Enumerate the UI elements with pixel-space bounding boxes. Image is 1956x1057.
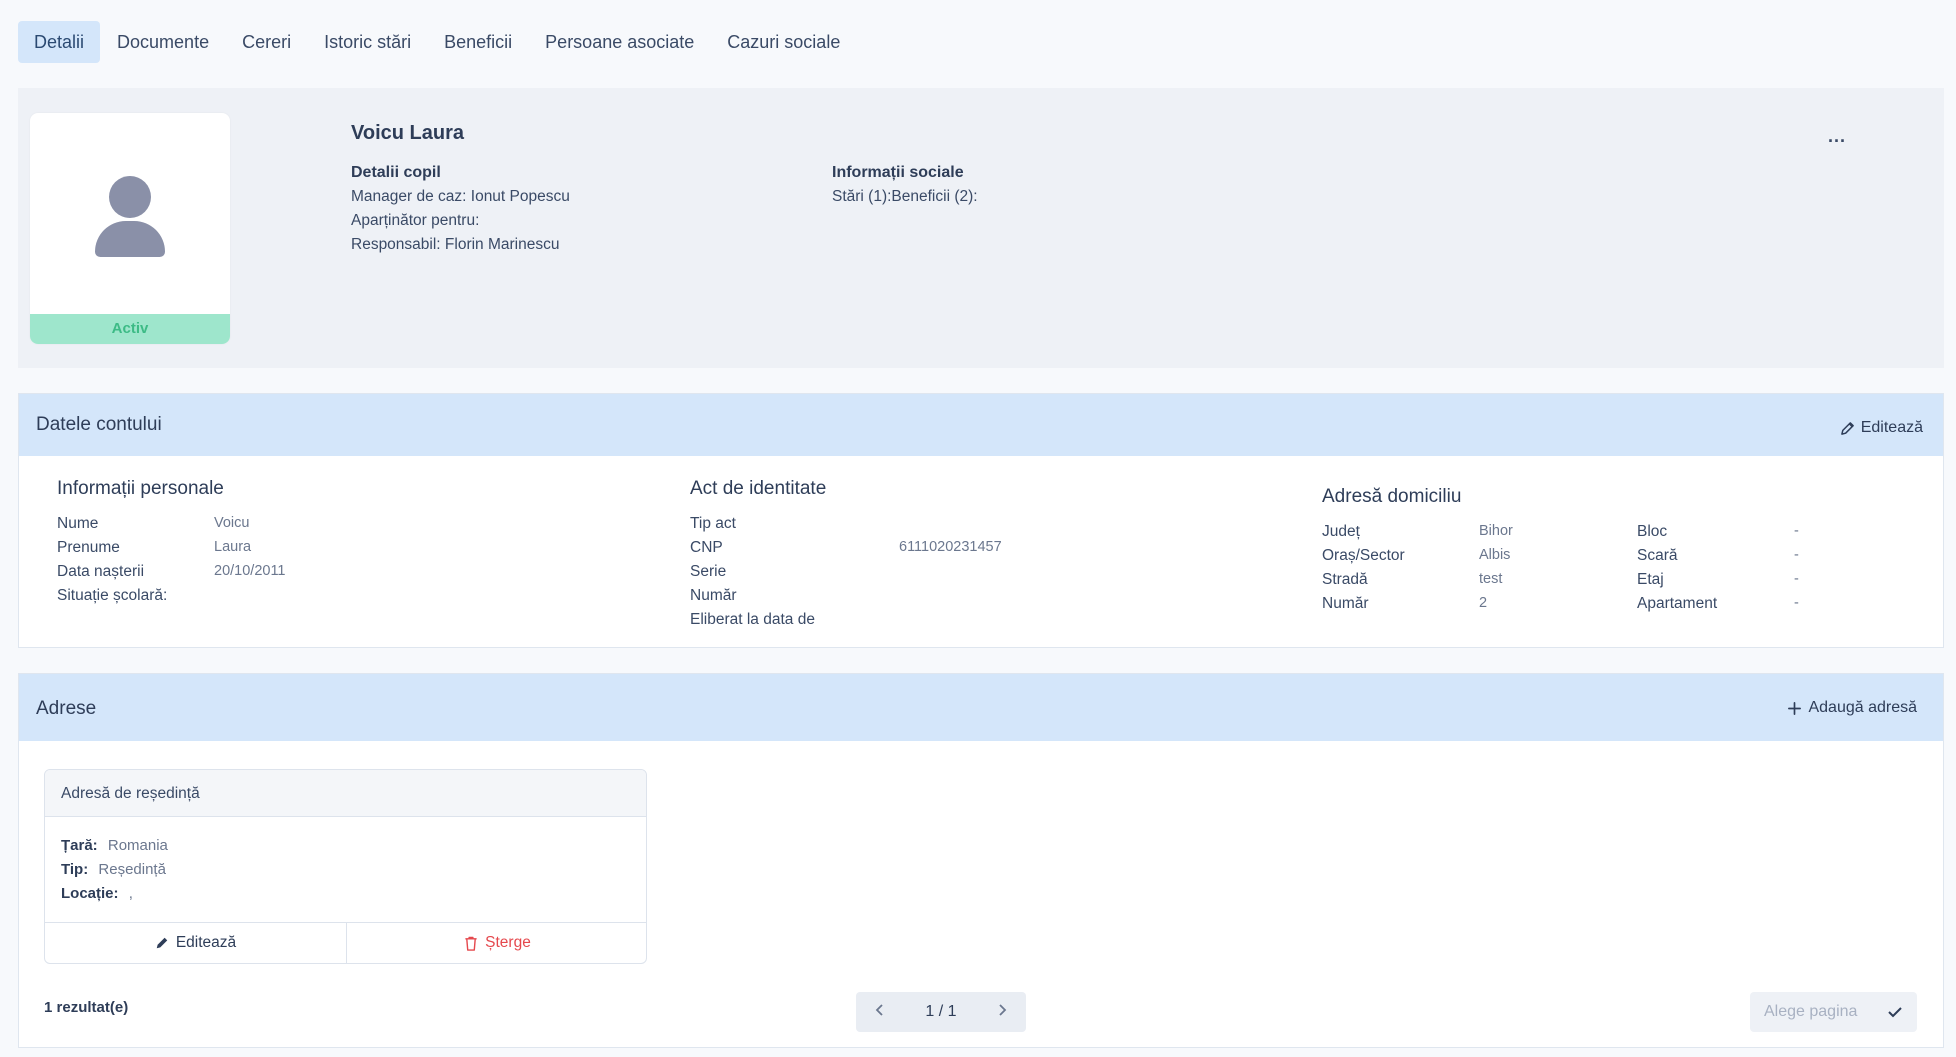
- address-edit-button[interactable]: Editează: [45, 923, 347, 963]
- domicile-value: -: [1794, 571, 1799, 587]
- personal-value: 20/10/2011: [214, 563, 286, 579]
- social-info-title: Informații sociale: [832, 164, 964, 181]
- tab-documente[interactable]: Documente: [101, 21, 225, 63]
- domicile-value: -: [1794, 547, 1799, 563]
- addresses-card-title: Adrese: [36, 698, 97, 719]
- identity-label: Serie: [690, 563, 727, 580]
- account-card-header: Datele contului Editează: [19, 394, 1943, 456]
- address-item-actions: Editează Șterge: [45, 922, 646, 963]
- address-type-value: Reședință: [98, 861, 166, 878]
- responsible: Responsabil: Florin Marinescu: [351, 236, 560, 253]
- chevron-left-icon: [875, 1003, 883, 1016]
- avatar-body-icon: [95, 221, 165, 257]
- personal-label: Prenume: [57, 539, 120, 556]
- domicile-label: Oraș/Sector: [1322, 547, 1405, 564]
- tab-beneficii[interactable]: Beneficii: [428, 21, 528, 63]
- personal-label: Nume: [57, 515, 99, 532]
- avatar-head-icon: [109, 176, 151, 218]
- person-name: Voicu Laura: [351, 122, 464, 144]
- tab-istoric-stari[interactable]: Istoric stări: [308, 21, 427, 63]
- address-item-title: Adresă de reședință: [45, 770, 646, 817]
- personal-info-title: Informații personale: [57, 478, 224, 499]
- address-location-label: Locație:: [61, 885, 119, 902]
- identity-value: 6111020231457: [899, 539, 1002, 555]
- avatar-card: Activ: [30, 113, 230, 344]
- domicile-value: test: [1479, 571, 1503, 587]
- add-address-label: Adaugă adresă: [1808, 699, 1917, 716]
- address-type-label: Tip:: [61, 861, 89, 878]
- pencil-icon: [1840, 421, 1854, 435]
- domicile-value: Albis: [1479, 547, 1511, 563]
- trash-icon: [465, 936, 477, 951]
- domicile-label: Scară: [1637, 547, 1678, 564]
- tab-bar: Detalii Documente Cereri Istoric stări B…: [18, 21, 857, 63]
- social-info-summary: Stări (1):Beneficii (2):: [832, 188, 978, 205]
- chevron-right-icon: [999, 1003, 1007, 1016]
- domicile-value: Bihor: [1479, 523, 1513, 539]
- child-details-title: Detalii copil: [351, 164, 441, 181]
- belongs-to: Aparținător pentru:: [351, 212, 480, 229]
- personal-value: Laura: [214, 539, 252, 555]
- tab-cazuri-sociale[interactable]: Cazuri sociale: [711, 21, 856, 63]
- plus-icon: [1788, 701, 1802, 715]
- pagination: 1 / 1: [856, 992, 1026, 1032]
- tab-persoane-asociate[interactable]: Persoane asociate: [529, 21, 710, 63]
- identity-label: Tip act: [690, 515, 736, 532]
- identity-label: Număr: [690, 587, 737, 604]
- next-page-button[interactable]: [996, 1003, 1008, 1022]
- page-indicator: 1 / 1: [925, 1003, 957, 1020]
- profile-panel: [18, 88, 1944, 368]
- case-manager: Manager de caz: Ionut Popescu: [351, 188, 570, 205]
- address-location-value: ,: [128, 885, 133, 902]
- domicile-value: -: [1794, 523, 1799, 539]
- identity-label: Eliberat la data de: [690, 611, 815, 628]
- domicile-label: Număr: [1322, 595, 1369, 612]
- domicile-label: Județ: [1322, 523, 1360, 540]
- status-badge: Activ: [30, 314, 230, 344]
- account-card-title: Datele contului: [36, 414, 162, 435]
- account-edit-button[interactable]: Editează: [1840, 419, 1923, 437]
- tab-detalii[interactable]: Detalii: [18, 21, 101, 63]
- add-address-button[interactable]: Adaugă adresă: [1787, 699, 1917, 717]
- page-select[interactable]: Alege pagina: [1750, 992, 1917, 1032]
- address-delete-button[interactable]: Șterge: [347, 923, 646, 963]
- address-country-row: Țară: Romania: [61, 837, 168, 854]
- addresses-card-header: Adrese Adaugă adresă: [19, 674, 1943, 741]
- address-delete-label: Șterge: [485, 934, 531, 951]
- address-country-label: Țară:: [61, 837, 98, 854]
- more-options-button[interactable]: ...: [1828, 126, 1846, 147]
- account-edit-label: Editează: [1860, 419, 1923, 436]
- domicile-label: Etaj: [1637, 571, 1664, 588]
- page-select-placeholder: Alege pagina: [1764, 1003, 1858, 1020]
- domicile-value: 2: [1479, 595, 1488, 611]
- personal-label: Data nașterii: [57, 563, 145, 580]
- tab-cereri[interactable]: Cereri: [226, 21, 307, 63]
- domicile-label: Apartament: [1637, 595, 1718, 612]
- domicile-label: Stradă: [1322, 571, 1368, 588]
- identity-label: CNP: [690, 539, 723, 556]
- address-item: Adresă de reședință Țară: Romania Tip: R…: [44, 769, 647, 964]
- prev-page-button[interactable]: [874, 1003, 886, 1022]
- personal-label: Situație școlară:: [57, 587, 168, 604]
- domicile-label: Bloc: [1637, 523, 1668, 540]
- domicile-value: -: [1794, 595, 1799, 611]
- check-icon[interactable]: [1887, 1005, 1903, 1019]
- address-country-value: Romania: [107, 837, 168, 854]
- address-edit-label: Editează: [175, 934, 237, 951]
- pencil-icon: [156, 937, 168, 949]
- identity-title: Act de identitate: [690, 478, 827, 499]
- personal-value: Voicu: [214, 515, 250, 531]
- address-location-row: Locație: ,: [61, 885, 133, 902]
- domicile-title: Adresă domiciliu: [1322, 486, 1462, 507]
- results-count: 1 rezultat(e): [44, 999, 129, 1016]
- address-type-row: Tip: Reședință: [61, 861, 166, 878]
